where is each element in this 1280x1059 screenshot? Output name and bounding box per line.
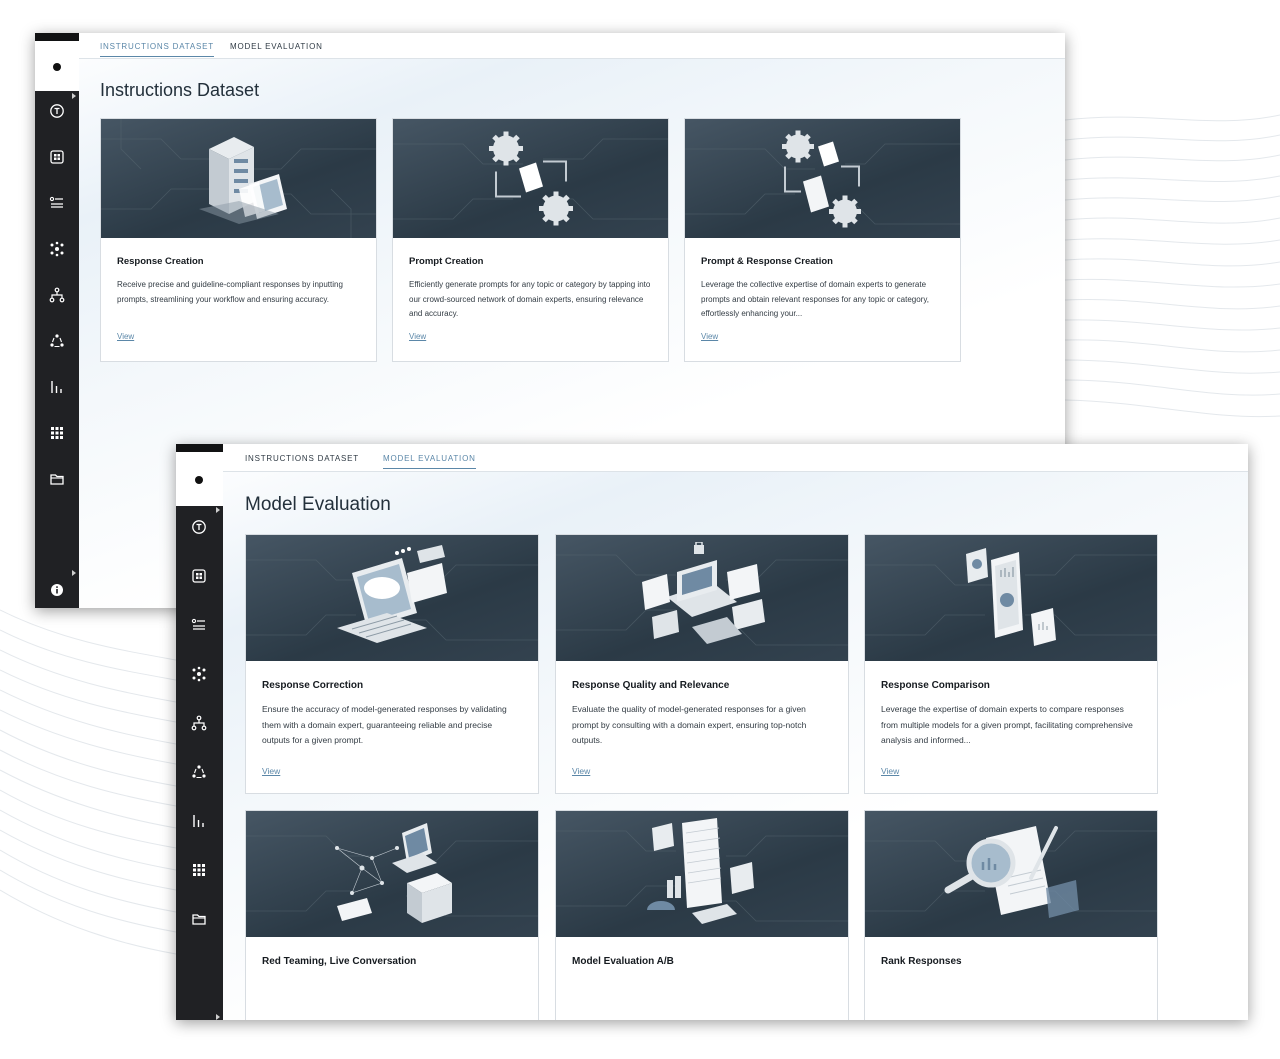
model-evaluation-window: INSTRUCTIONS DATASET MODEL EVALUATION Mo… — [176, 444, 1248, 1020]
gears-document-illustration — [488, 131, 573, 225]
card-image — [556, 811, 848, 937]
logo-dot-icon — [195, 476, 203, 484]
t-circle-icon[interactable] — [191, 519, 207, 535]
hierarchy-icon[interactable] — [49, 287, 65, 303]
info-icon[interactable] — [49, 582, 65, 598]
page-title: Model Evaluation — [245, 494, 391, 515]
tab-bar: INSTRUCTIONS DATASET MODEL EVALUATION — [79, 33, 1065, 59]
card-model-evaluation-ab[interactable]: Model Evaluation A/B — [555, 810, 849, 1020]
collapse-arrow-icon[interactable] — [72, 570, 76, 576]
grid-box-icon[interactable] — [49, 149, 65, 165]
tab-model-evaluation[interactable]: MODEL EVALUATION — [383, 454, 476, 469]
view-link[interactable]: View — [409, 332, 426, 341]
tab-instructions-dataset[interactable]: INSTRUCTIONS DATASET — [245, 454, 359, 468]
card-response-quality-relevance[interactable]: Response Quality and Relevance Evaluate … — [555, 534, 849, 794]
card-title: Response Correction — [262, 680, 364, 691]
cycle-icon[interactable] — [191, 764, 207, 780]
card-image — [393, 119, 668, 238]
card-description: Efficiently generate prompts for any top… — [409, 280, 651, 318]
sidebar-rail — [35, 33, 79, 608]
card-image — [865, 535, 1157, 661]
folder-icon[interactable] — [49, 471, 65, 487]
expand-arrow-icon[interactable] — [216, 507, 220, 513]
view-link[interactable]: View — [572, 766, 590, 776]
tab-model-evaluation[interactable]: MODEL EVALUATION — [230, 42, 323, 56]
card-response-creation[interactable]: Response Creation Receive precise and gu… — [100, 118, 377, 362]
cycle-icon[interactable] — [49, 333, 65, 349]
hierarchy-icon[interactable] — [191, 715, 207, 731]
app-logo[interactable] — [35, 41, 79, 91]
magnifier-report-illustration — [944, 826, 1079, 918]
gears-documents-cycle-illustration — [781, 130, 861, 227]
view-link[interactable]: View — [701, 332, 718, 341]
server-documents-illustration — [198, 136, 287, 224]
cluster-icon[interactable] — [49, 241, 65, 257]
tab-instructions-dataset[interactable]: INSTRUCTIONS DATASET — [100, 42, 214, 57]
grid-box-icon[interactable] — [191, 568, 207, 584]
spreadsheet-charts-illustration — [647, 818, 754, 924]
view-link[interactable]: View — [117, 332, 134, 341]
list-icon[interactable] — [49, 195, 65, 211]
expand-arrow-icon[interactable] — [72, 93, 76, 99]
sidebar-rail — [176, 444, 223, 1020]
rail-top-bar — [176, 444, 223, 452]
card-image — [246, 535, 538, 661]
view-link[interactable]: View — [262, 766, 280, 776]
card-description: Leverage the collective expertise of dom… — [701, 280, 929, 318]
card-title: Response Quality and Relevance — [572, 680, 730, 691]
card-description: Ensure the accuracy of model-generated r… — [262, 704, 507, 745]
phone-comparison-illustration — [966, 548, 1056, 646]
logo-dot-icon — [53, 63, 61, 71]
view-link[interactable]: View — [881, 766, 899, 776]
card-image — [246, 811, 538, 937]
tab-bar: INSTRUCTIONS DATASET MODEL EVALUATION — [223, 444, 1248, 472]
collapse-arrow-icon[interactable] — [216, 1014, 220, 1020]
app-logo[interactable] — [176, 452, 223, 506]
card-image — [101, 119, 376, 238]
card-description: Evaluate the quality of model-generated … — [572, 704, 807, 745]
card-prompt-creation[interactable]: Prompt Creation Efficiently generate pro… — [392, 118, 669, 362]
apps-grid-icon[interactable] — [191, 862, 207, 878]
card-red-teaming-live-conversation[interactable]: Red Teaming, Live Conversation — [245, 810, 539, 1020]
rail-top-bar — [35, 33, 79, 41]
main-content: INSTRUCTIONS DATASET MODEL EVALUATION Mo… — [223, 444, 1248, 1020]
card-title: Rank Responses — [881, 956, 962, 967]
folder-icon[interactable] — [191, 911, 207, 927]
card-description: Receive precise and guideline-compliant … — [117, 280, 343, 304]
card-title: Response Comparison — [881, 680, 990, 691]
t-circle-icon[interactable] — [49, 103, 65, 119]
laptop-dashboard-illustration — [642, 542, 765, 644]
card-title: Red Teaming, Live Conversation — [262, 956, 417, 967]
card-title: Response Creation — [117, 256, 204, 267]
card-prompt-response-creation[interactable]: Prompt & Response Creation Leverage the … — [684, 118, 961, 362]
card-image — [556, 535, 848, 661]
card-rank-responses[interactable]: Rank Responses — [864, 810, 1158, 1020]
card-title: Model Evaluation A/B — [572, 956, 674, 967]
card-response-comparison[interactable]: Response Comparison Leverage the experti… — [864, 534, 1158, 794]
card-title: Prompt Creation — [409, 256, 484, 267]
card-description: Leverage the expertise of domain experts… — [881, 704, 1133, 745]
page-title: Instructions Dataset — [100, 80, 260, 100]
card-image — [685, 119, 960, 238]
bar-chart-icon[interactable] — [191, 813, 207, 829]
network-laptop-illustration — [335, 823, 452, 923]
card-title: Prompt & Response Creation — [701, 256, 833, 267]
bar-chart-icon[interactable] — [49, 379, 65, 395]
list-icon[interactable] — [191, 617, 207, 633]
cluster-icon[interactable] — [191, 666, 207, 682]
cloud-computer-illustration — [337, 545, 447, 643]
card-image — [865, 811, 1157, 937]
apps-grid-icon[interactable] — [49, 425, 65, 441]
card-response-correction[interactable]: Response Correction Ensure the accuracy … — [245, 534, 539, 794]
